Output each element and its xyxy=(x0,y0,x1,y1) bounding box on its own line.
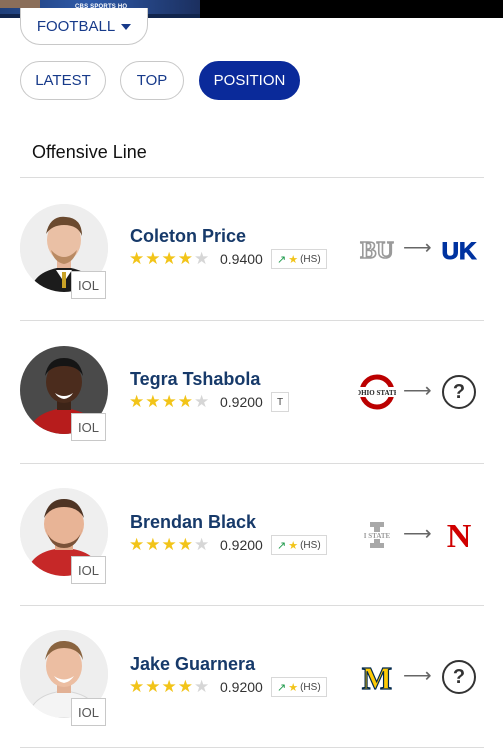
position-badge: IOL xyxy=(71,698,106,726)
star-icon: ★ xyxy=(177,677,193,696)
tab-latest[interactable]: LATEST xyxy=(20,61,106,100)
player-rating: 0.9400 xyxy=(220,251,263,267)
position-badge: IOL xyxy=(71,271,106,299)
rating-tag: ↗ ★ (HS) xyxy=(271,535,327,555)
svg-text:N: N xyxy=(447,518,472,554)
iowa-state-logo[interactable]: I STATE xyxy=(358,516,396,554)
star-rating: ★ ★ ★ ★ ★ xyxy=(129,393,209,410)
star-icon: ★ xyxy=(129,392,145,411)
rating-tag-label: (HS) xyxy=(300,539,321,551)
question-mark-icon: ? xyxy=(442,660,476,694)
arrow-right-icon: ⟶ xyxy=(403,523,432,545)
position-badge: IOL xyxy=(71,556,106,584)
star-empty-icon: ★ xyxy=(194,392,210,411)
star-icon: ★ xyxy=(145,535,161,554)
position-badge: IOL xyxy=(71,413,106,441)
divider xyxy=(20,747,484,748)
player-name[interactable]: Jake Guarnera xyxy=(130,654,255,675)
star-rating: ★ ★ ★ ★ ★ xyxy=(129,536,209,553)
sport-dropdown-label: FOOTBALL xyxy=(36,17,116,35)
star-icon: ★ xyxy=(161,392,177,411)
rating-tag: ↗ ★ (HS) xyxy=(271,249,327,269)
star-icon: ★ xyxy=(288,681,299,694)
star-icon: ★ xyxy=(177,392,193,411)
svg-text:BU: BU xyxy=(360,238,393,264)
section-title: Offensive Line xyxy=(32,142,147,162)
player-row[interactable]: IOL Coleton Price ★ ★ ★ ★ ★ 0.9400 ↗ ★ (… xyxy=(0,178,503,320)
star-rating: ★ ★ ★ ★ ★ xyxy=(129,250,209,267)
star-icon: ★ xyxy=(145,249,161,268)
video-preview-image xyxy=(0,0,40,8)
arrow-right-icon: ⟶ xyxy=(403,380,432,402)
arrow-right-icon: ⟶ xyxy=(403,237,432,259)
player-row[interactable]: IOL Jake Guarnera ★ ★ ★ ★ ★ 0.9200 ↗ ★ (… xyxy=(0,606,503,748)
player-rating: 0.9200 xyxy=(220,679,263,695)
undecided-school-icon[interactable]: ? xyxy=(440,373,478,411)
star-icon: ★ xyxy=(288,253,299,266)
rating-tag-label: (HS) xyxy=(300,253,321,265)
player-name[interactable]: Tegra Tshabola xyxy=(130,369,260,390)
michigan-logo[interactable]: M xyxy=(358,658,396,696)
star-icon: ★ xyxy=(288,539,299,552)
star-empty-icon: ★ xyxy=(194,535,210,554)
star-icon: ★ xyxy=(161,249,177,268)
player-rating: 0.9200 xyxy=(220,537,263,553)
kentucky-logo[interactable]: UK xyxy=(440,230,478,268)
player-row[interactable]: IOL Brendan Black ★ ★ ★ ★ ★ 0.9200 ↗ ★ (… xyxy=(0,464,503,606)
star-icon: ★ xyxy=(145,677,161,696)
caret-down-icon xyxy=(121,23,132,30)
svg-text:OHIO STATE: OHIO STATE xyxy=(358,389,396,397)
player-row[interactable]: IOL Tegra Tshabola ★ ★ ★ ★ ★ 0.9200 T OH… xyxy=(0,321,503,463)
undecided-school-icon[interactable]: ? xyxy=(440,658,478,696)
rating-tag-label: T xyxy=(277,396,284,408)
trend-up-icon: ↗ xyxy=(277,681,287,694)
star-icon: ★ xyxy=(161,535,177,554)
arrow-right-icon: ⟶ xyxy=(403,665,432,687)
star-icon: ★ xyxy=(129,535,145,554)
tab-top[interactable]: TOP xyxy=(120,61,184,100)
player-name[interactable]: Brendan Black xyxy=(130,512,256,533)
tab-position[interactable]: POSITION xyxy=(199,61,300,100)
svg-text:I STATE: I STATE xyxy=(364,532,391,540)
trend-up-icon: ↗ xyxy=(277,539,287,552)
star-icon: ★ xyxy=(177,535,193,554)
trend-up-icon: ↗ xyxy=(277,253,287,266)
rating-tag-label: (HS) xyxy=(300,681,321,693)
rating-tag: ↗ ★ (HS) xyxy=(271,677,327,697)
star-icon: ★ xyxy=(145,392,161,411)
player-rating: 0.9200 xyxy=(220,394,263,410)
star-icon: ★ xyxy=(129,249,145,268)
svg-text:M: M xyxy=(362,660,392,696)
question-mark-icon: ? xyxy=(442,375,476,409)
star-icon: ★ xyxy=(177,249,193,268)
star-rating: ★ ★ ★ ★ ★ xyxy=(129,678,209,695)
svg-text:UK: UK xyxy=(442,238,477,265)
nebraska-logo[interactable]: N xyxy=(440,516,478,554)
player-name[interactable]: Coleton Price xyxy=(130,226,246,247)
ohio-state-logo[interactable]: OHIO STATE xyxy=(358,373,396,411)
baylor-logo[interactable]: BU xyxy=(358,230,396,268)
star-empty-icon: ★ xyxy=(194,677,210,696)
sport-dropdown[interactable]: FOOTBALL xyxy=(20,8,148,45)
star-icon: ★ xyxy=(129,677,145,696)
star-empty-icon: ★ xyxy=(194,249,210,268)
rating-tag: T xyxy=(271,392,290,412)
star-icon: ★ xyxy=(161,677,177,696)
